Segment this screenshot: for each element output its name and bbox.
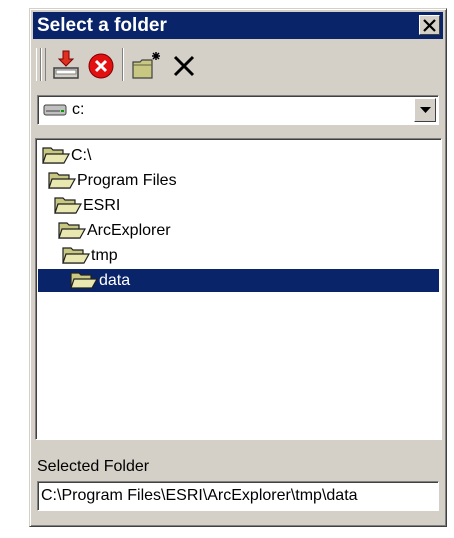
close-icon — [423, 19, 436, 32]
open-folder-icon — [42, 147, 70, 164]
import-button[interactable] — [49, 48, 83, 82]
delete-red-icon — [88, 53, 114, 79]
toolbar-separator — [122, 48, 124, 81]
tree-item[interactable]: Program Files — [48, 169, 208, 192]
drive-dropdown-button[interactable] — [414, 98, 436, 122]
open-folder-icon — [54, 197, 82, 214]
close-button[interactable] — [419, 15, 440, 35]
open-folder-icon — [62, 247, 90, 264]
tree-item-label: ESRI — [83, 197, 121, 214]
close-x-icon — [173, 55, 195, 77]
open-folder-icon — [58, 222, 86, 239]
tree-item-label: ArcExplorer — [87, 222, 171, 239]
tree-item[interactable]: ESRI — [54, 194, 164, 217]
open-folder-icon — [70, 272, 98, 289]
new-folder-button[interactable] — [130, 48, 164, 82]
chevron-down-icon — [420, 107, 431, 113]
cancel-button[interactable] — [168, 48, 202, 82]
delete-button[interactable] — [84, 48, 118, 82]
select-folder-dialog: Select a folder c: C:\ Program Files ESR… — [29, 8, 447, 527]
tree-item-label: data — [99, 272, 131, 289]
tree-item[interactable]: tmp — [62, 244, 152, 267]
import-folder-icon — [53, 50, 79, 79]
selected-folder-field[interactable] — [37, 481, 439, 511]
tree-item-label: Program Files — [77, 172, 177, 189]
drive-value: c: — [72, 101, 85, 118]
new-folder-icon — [132, 52, 160, 79]
selected-folder-label: Selected Folder — [37, 458, 150, 475]
tree-item[interactable]: C:\ — [42, 144, 162, 167]
dialog-title: Select a folder — [37, 15, 167, 36]
tree-item-selected[interactable]: data — [38, 269, 439, 292]
drive-select[interactable]: c: — [37, 95, 439, 125]
drive-icon — [43, 104, 67, 116]
title-bar[interactable]: Select a folder — [33, 12, 443, 39]
toolbar-grip-2[interactable] — [41, 48, 46, 81]
toolbar — [33, 42, 443, 88]
tree-item[interactable]: ArcExplorer — [58, 219, 218, 242]
folder-tree[interactable]: C:\ Program Files ESRI ArcExplorer tmp d… — [35, 138, 442, 440]
open-folder-icon — [48, 172, 76, 189]
tree-item-label: tmp — [91, 247, 118, 264]
tree-item-label: C:\ — [71, 147, 92, 164]
